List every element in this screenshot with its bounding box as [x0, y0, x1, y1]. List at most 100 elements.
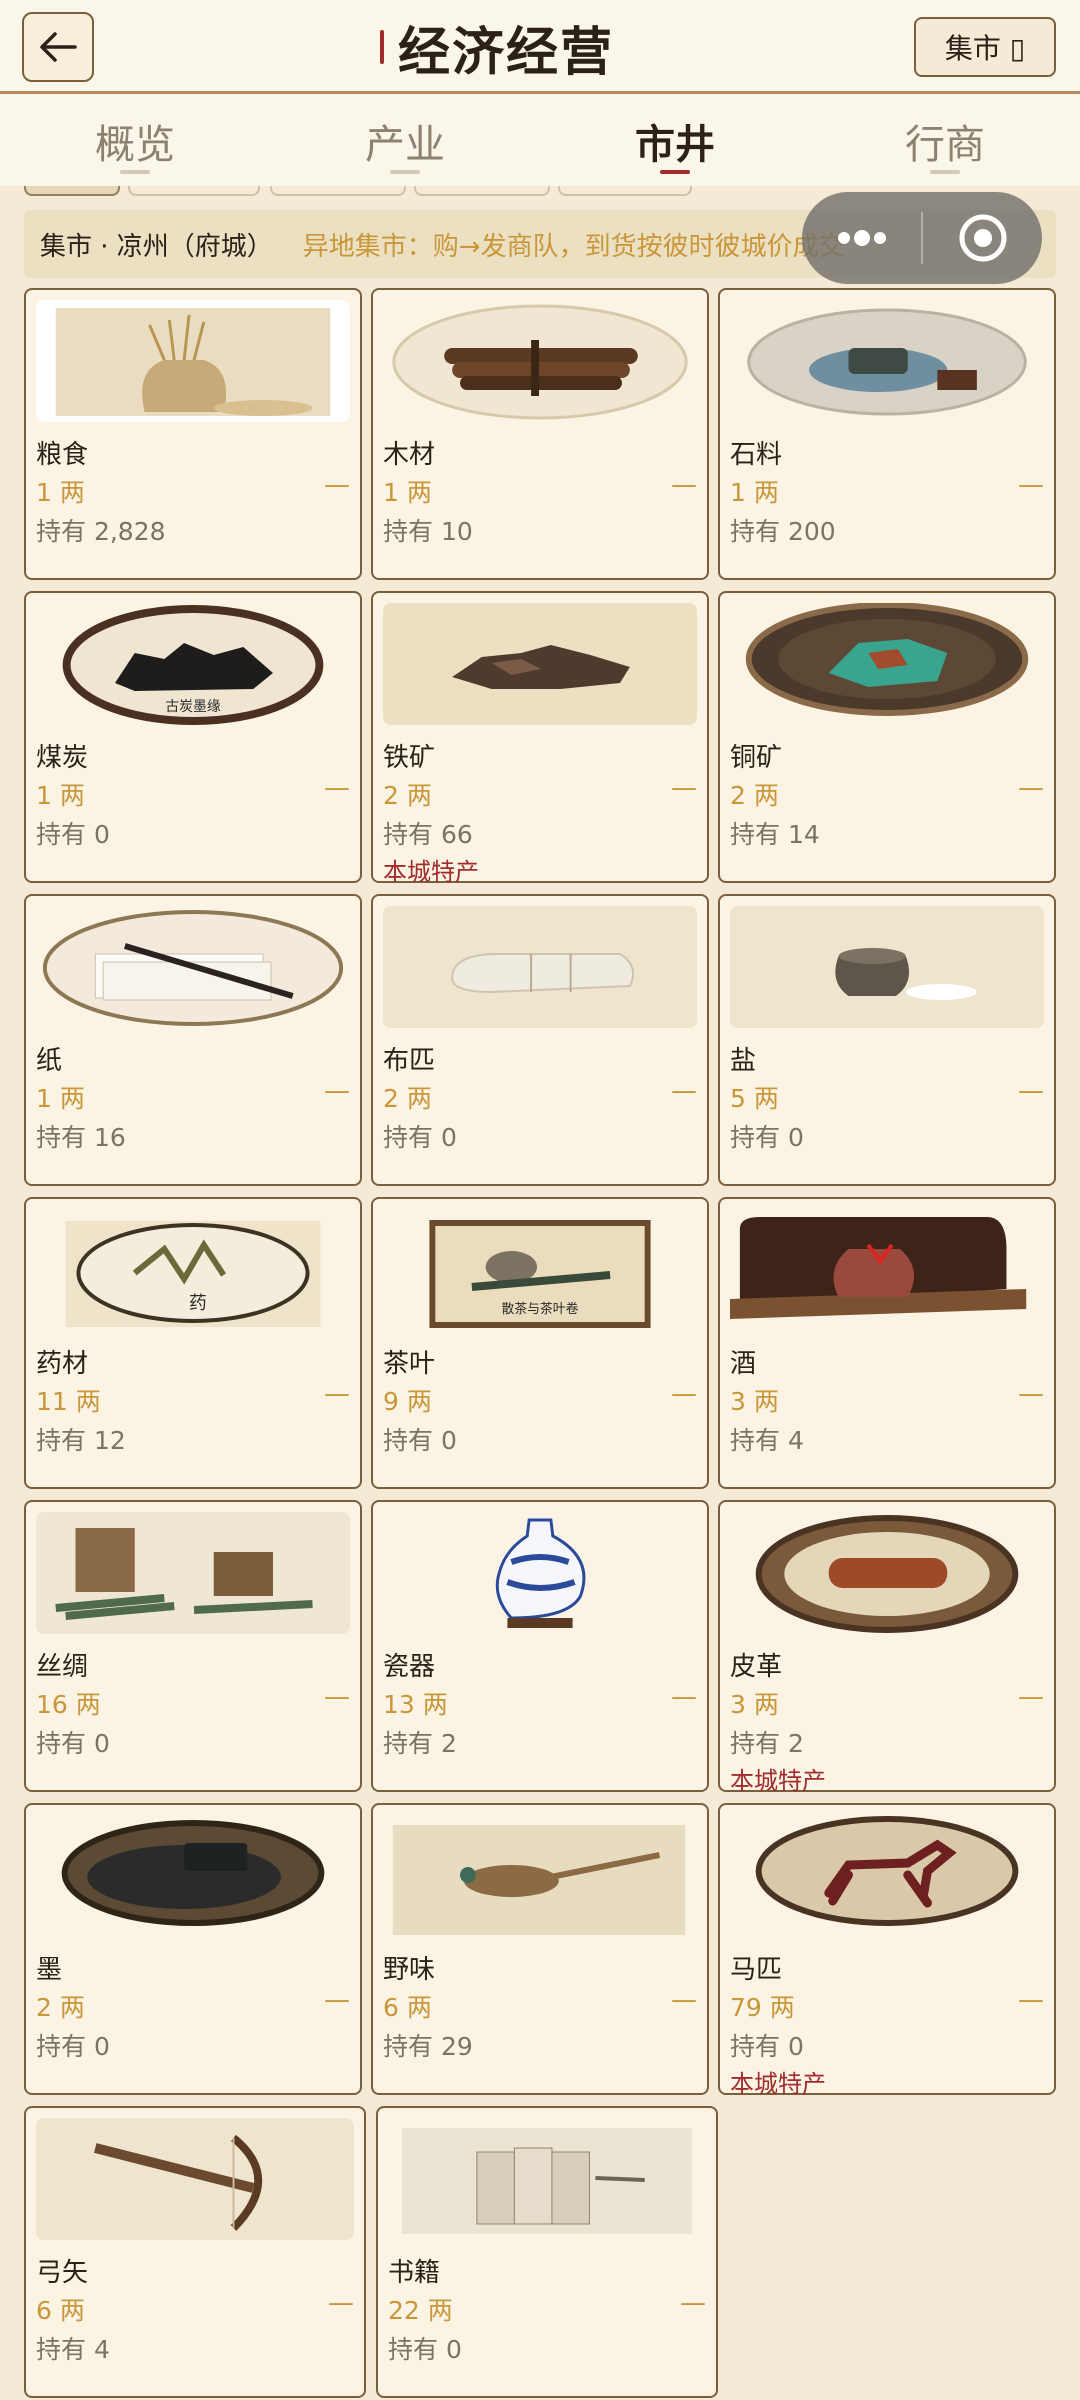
goods-held: 持有 2 [383, 1729, 457, 1758]
leather-icon [730, 1512, 1044, 1634]
goods-name: 墨 [36, 1955, 63, 1985]
tab-industry[interactable]: 产业 [270, 94, 540, 186]
goods-card[interactable]: 铁矿 2 两 — 持有 66 本城特产 [371, 591, 709, 886]
goods-held: 持有 2,828 [36, 517, 166, 546]
goods-name: 铁矿 [383, 743, 436, 773]
goods-name: 野味 [383, 1955, 436, 1985]
porcelain-vase-icon [383, 1512, 697, 1634]
goods-held: 持有 0 [730, 1123, 804, 1152]
price-trend: — [1018, 1682, 1044, 1712]
goods-name: 布匹 [383, 1046, 436, 1076]
goods-card[interactable]: 纸 1 两 — 持有 16 [24, 894, 362, 1186]
tab-market[interactable]: 市井 [540, 94, 810, 186]
price-trend: — [1018, 1379, 1044, 1409]
goods-name: 纸 [36, 1046, 63, 1076]
goods-card[interactable]: 盐 5 两 — 持有 0 [718, 894, 1056, 1186]
goods-card[interactable]: 药 药材 11 两 — 持有 12 [24, 1197, 362, 1489]
goods-held: 持有 2 [730, 1729, 804, 1758]
app-header: 经济经营 集市 ▯ [0, 0, 1080, 94]
more-dots-icon [837, 230, 886, 246]
stone-icon [730, 300, 1044, 422]
goods-price: 13 两 [383, 1690, 448, 1719]
sub-tab[interactable] [24, 186, 120, 196]
price-trend: — [328, 2288, 354, 2318]
grain-sack-icon [36, 300, 350, 422]
mini-program-capsule [802, 192, 1042, 284]
goods-card[interactable]: 铜矿 2 两 — 持有 14 [718, 591, 1056, 883]
close-mini-program-button[interactable] [923, 192, 1042, 284]
goods-card[interactable]: 散茶与茶叶卷 茶叶 9 两 — 持有 0 [371, 1197, 709, 1489]
price-trend: — [324, 773, 350, 803]
goods-card[interactable]: 木材 1 两 — 持有 10 [371, 288, 709, 580]
sub-tab[interactable] [128, 186, 260, 196]
goods-card[interactable]: 粮食 1 两 — 持有 2,828 [24, 288, 362, 580]
price-trend: — [324, 1985, 350, 2015]
goods-held: 持有 0 [388, 2335, 462, 2364]
timber-icon [383, 300, 697, 422]
price-trend: — [324, 470, 350, 500]
goods-card[interactable]: 丝绸 16 两 — 持有 0 [24, 1500, 362, 1792]
goods-held: 持有 0 [36, 2032, 110, 2061]
herbs-icon: 药 [36, 1209, 350, 1331]
goods-card[interactable]: 古炭墨缘 煤炭 1 两 — 持有 0 [24, 591, 362, 883]
price-trend: — [671, 1682, 697, 1712]
goods-name: 丝绸 [36, 1652, 89, 1682]
cloth-icon [383, 906, 697, 1028]
silk-scroll-icon [36, 1512, 350, 1634]
price-trend: — [1018, 470, 1044, 500]
goods-name: 马匹 [730, 1955, 783, 1985]
goods-card[interactable]: 弓矢 6 两 — 持有 4 [24, 2106, 366, 2398]
goods-name: 木材 [383, 440, 436, 470]
goods-card[interactable]: 瓷器 13 两 — 持有 2 [371, 1500, 709, 1792]
pheasant-icon [383, 1815, 697, 1937]
svg-text:药: 药 [189, 1293, 207, 1314]
goods-price: 2 两 [36, 1993, 85, 2022]
goods-card[interactable]: 皮革 3 两 — 持有 2 本城特产 [718, 1500, 1056, 1795]
price-trend: — [671, 1076, 697, 1106]
price-trend: — [324, 1682, 350, 1712]
goods-card[interactable]: 石料 1 两 — 持有 200 [718, 288, 1056, 580]
goods-held: 持有 4 [730, 1426, 804, 1455]
price-trend: — [671, 1985, 697, 2015]
goods-name: 铜矿 [730, 743, 783, 773]
goods-price: 1 两 [36, 781, 85, 810]
goods-held: 持有 0 [383, 1426, 457, 1455]
tab-overview[interactable]: 概览 [0, 94, 270, 186]
tea-icon: 散茶与茶叶卷 [383, 1209, 697, 1331]
goods-name: 茶叶 [383, 1349, 436, 1379]
tab-underline [660, 170, 690, 174]
goods-price: 79 两 [730, 1993, 795, 2022]
goods-card[interactable]: 布匹 2 两 — 持有 0 [371, 894, 709, 1186]
price-trend: — [671, 773, 697, 803]
goods-card[interactable]: 墨 2 两 — 持有 0 [24, 1803, 362, 2095]
target-circle-icon [959, 214, 1006, 262]
goods-held: 持有 0 [730, 2032, 804, 2061]
tab-trade[interactable]: 行商 [810, 94, 1080, 186]
goods-price: 1 两 [36, 1084, 85, 1113]
salt-jar-icon [730, 906, 1044, 1028]
goods-name: 皮革 [730, 1652, 783, 1682]
market-button[interactable]: 集市 ▯ [914, 17, 1056, 77]
goods-name: 石料 [730, 440, 783, 470]
local-specialty-label: 本城特产 [730, 1767, 826, 1795]
goods-card[interactable]: 酒 3 两 — 持有 4 [718, 1197, 1056, 1489]
goods-card[interactable]: 马匹 79 两 — 持有 0 本城特产 [718, 1803, 1056, 2098]
goods-held: 持有 200 [730, 517, 836, 546]
price-trend: — [671, 1379, 697, 1409]
price-trend: — [1018, 1985, 1044, 2015]
goods-held: 持有 29 [383, 2032, 473, 2061]
copper-ore-icon [730, 603, 1044, 725]
goods-held: 持有 66 [383, 820, 473, 849]
sub-tab[interactable] [558, 186, 692, 196]
city-label: 集市 · 凉州（府城） [40, 231, 273, 262]
goods-card[interactable]: 野味 6 两 — 持有 29 [371, 1803, 709, 2095]
tab-label: 市井 [635, 122, 715, 168]
goods-card[interactable]: 书籍 22 两 — 持有 0 [376, 2106, 718, 2398]
sub-tab[interactable] [414, 186, 550, 196]
sub-tab[interactable] [270, 186, 406, 196]
page-title-wrap: 经济经营 [380, 10, 614, 84]
price-trend: — [680, 2288, 706, 2318]
back-button[interactable] [22, 12, 94, 82]
more-menu-button[interactable] [802, 192, 921, 284]
paper-icon [36, 906, 350, 1028]
